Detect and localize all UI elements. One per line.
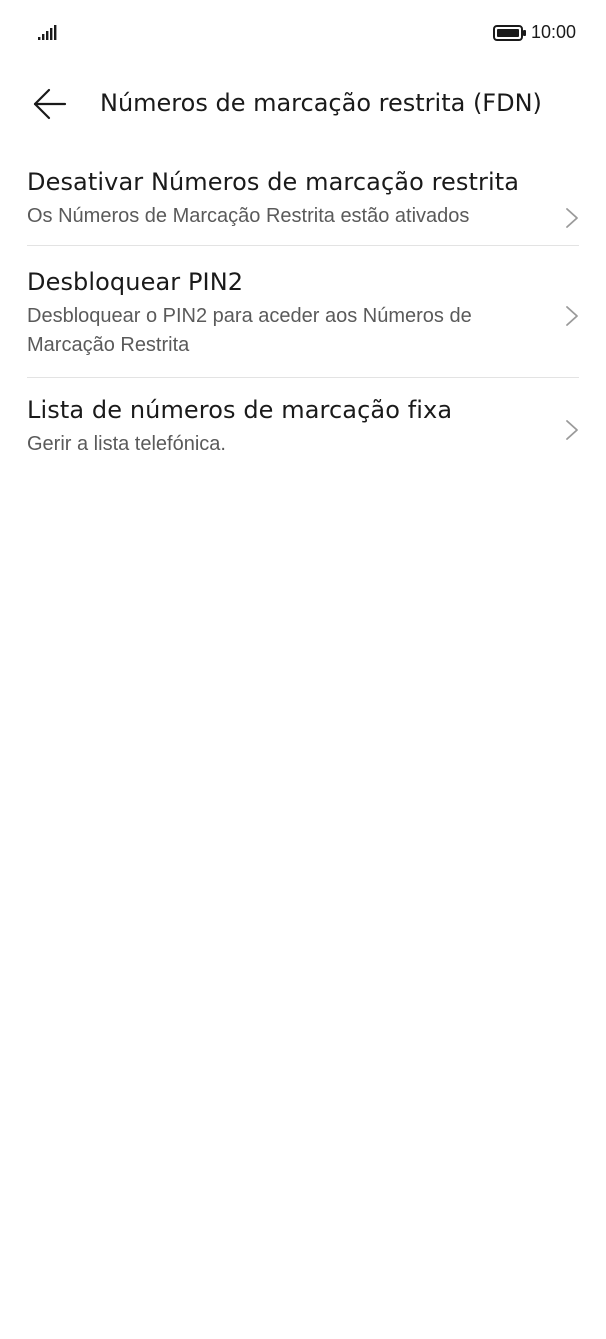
chevron-right-icon (566, 420, 578, 440)
list-item-subtitle: Desbloquear o PIN2 para aceder aos Númer… (27, 305, 472, 356)
page-title: Números de marcação restrita (FDN) (100, 89, 542, 117)
list-item-title: Desativar Números de marcação restrita (27, 168, 520, 196)
status-time: 10:00 (531, 22, 577, 42)
arrow-left-icon (33, 88, 67, 120)
chevron-right-icon (566, 306, 578, 326)
status-bar: 10:00 (0, 0, 606, 64)
list-item-title: Lista de números de marcação fixa (27, 396, 453, 424)
list-item-unlock-pin2[interactable]: Desbloquear PIN2 Desbloquear o PIN2 para… (27, 246, 579, 377)
list-item-disable-fdn[interactable]: Desativar Números de marcação restrita O… (27, 148, 579, 245)
signal-bars-icon (38, 25, 57, 40)
settings-list: Desativar Números de marcação restrita O… (0, 148, 606, 473)
chevron-right-icon (566, 208, 578, 228)
app-header: Números de marcação restrita (FDN) (0, 78, 606, 130)
back-button[interactable] (22, 78, 78, 130)
list-item-subtitle: Gerir a lista telefónica. (27, 433, 226, 455)
list-item-subtitle: Os Números de Marcação Restrita estão at… (27, 205, 470, 227)
list-item-fdn-list[interactable]: Lista de números de marcação fixa Gerir … (27, 378, 579, 473)
list-item-title: Desbloquear PIN2 (27, 268, 244, 296)
battery-full-icon (493, 25, 526, 41)
